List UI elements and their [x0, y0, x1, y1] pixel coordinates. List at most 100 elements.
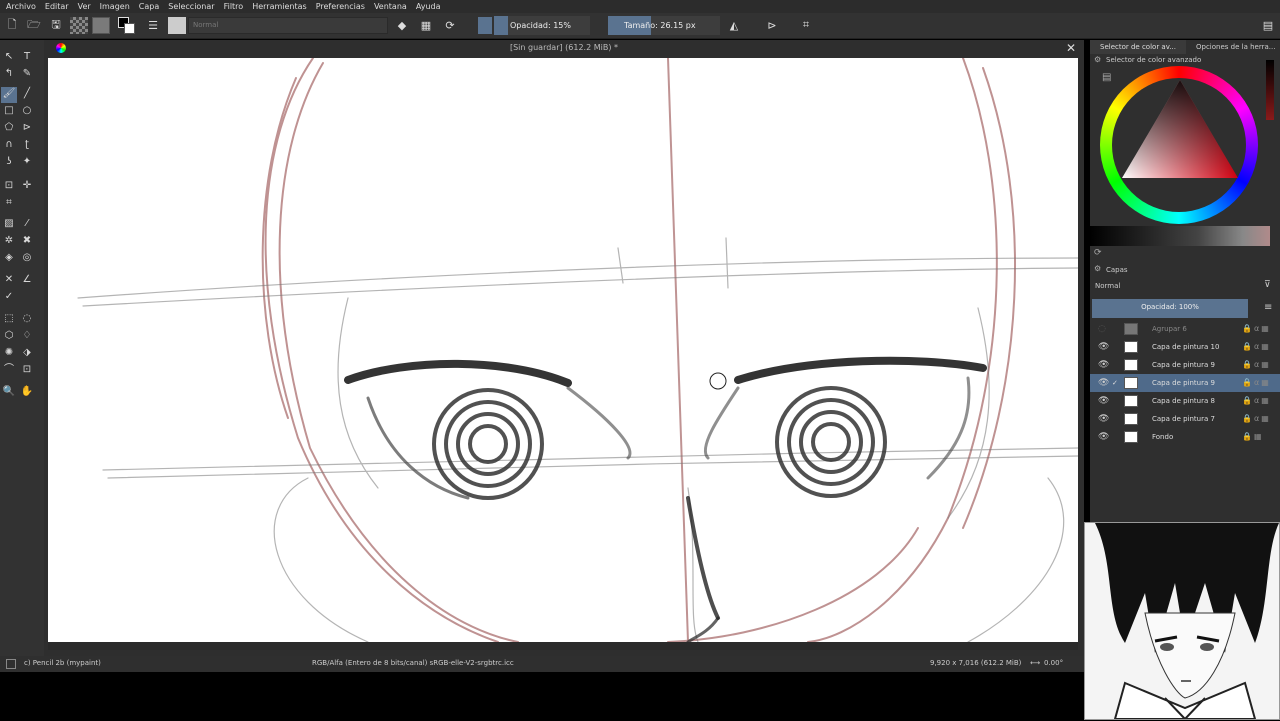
layer-lock-icons[interactable]: 🔒α▦	[1242, 410, 1271, 428]
rotation-value[interactable]: 0.00°	[1044, 659, 1063, 667]
zoom-icon[interactable]: 🔍	[2, 385, 16, 399]
menu-filtro[interactable]: Filtro	[224, 2, 244, 11]
layer-lock-icons[interactable]: 🔒α▦	[1242, 320, 1271, 338]
bezier-select-icon[interactable]: ⌒	[2, 363, 16, 377]
edit-shapes-icon[interactable]: ↰	[2, 67, 16, 81]
horizontal-scrollbar[interactable]	[48, 642, 1078, 650]
move-icon[interactable]: ✛	[20, 179, 34, 193]
layer-row[interactable]: 👁 Capa de pintura 8 🔒α▦	[1090, 392, 1280, 410]
gradient-icon[interactable]	[70, 17, 88, 34]
layer-lock-icons[interactable]: 🔒▦	[1242, 428, 1264, 446]
dynamic-brush-icon[interactable]: ʖ	[2, 155, 16, 169]
alpha-lock-icon[interactable]: ▦	[418, 17, 434, 33]
menu-imagen[interactable]: Imagen	[100, 2, 130, 11]
layer-lock-icons[interactable]: 🔒α▦	[1242, 392, 1271, 410]
docker-lock-icon[interactable]: ⚙	[1094, 55, 1101, 64]
text-tool-icon[interactable]: T	[20, 50, 34, 64]
select-shapes-icon[interactable]: ↖	[2, 50, 16, 64]
similar-select-icon[interactable]: ⬗	[20, 346, 34, 360]
color-history-strip[interactable]	[1090, 226, 1270, 246]
layer-row[interactable]: ◌ Agrupar 6 🔒α▦	[1090, 320, 1280, 338]
reference-images-icon[interactable]: ✓	[2, 290, 16, 304]
layers-lock-icon[interactable]: ⚙	[1094, 264, 1101, 273]
rect-select-icon[interactable]: ⬚	[2, 312, 16, 326]
ellipse-tool-icon[interactable]: ○	[20, 104, 34, 118]
line-tool-icon[interactable]: ╱	[20, 87, 34, 101]
crop-tool-icon[interactable]: ⌗	[2, 196, 16, 210]
blend-mode-select[interactable]: Normal	[188, 17, 388, 34]
polyline-tool-icon[interactable]: ⊳	[20, 121, 34, 135]
drawing-canvas[interactable]	[48, 58, 1078, 642]
layer-row[interactable]: 👁 Capa de pintura 10 🔒α▦	[1090, 338, 1280, 356]
calligraphy-icon[interactable]: ✎	[20, 67, 34, 81]
colorize-mask-icon[interactable]: ✲	[2, 234, 16, 248]
size-slider[interactable]: Tamaño: 26.15 px	[608, 16, 720, 35]
visibility-icon[interactable]: 👁	[1098, 374, 1109, 392]
visibility-icon[interactable]: 👁	[1098, 338, 1109, 356]
smart-patch-icon[interactable]: ✖	[20, 234, 34, 248]
enclose-fill-icon[interactable]: ◎	[20, 251, 34, 265]
freehand-path-icon[interactable]: ʈ	[20, 138, 34, 152]
open-icon[interactable]: 🗁	[26, 17, 42, 33]
contiguous-select-icon[interactable]: ✺	[2, 346, 16, 360]
brush-preset-thumbnail[interactable]	[168, 17, 186, 34]
brush-color-swatch[interactable]	[478, 17, 492, 34]
tab-color-selector[interactable]: Selector de color av...	[1090, 40, 1186, 54]
menu-seleccionar[interactable]: Seleccionar	[168, 2, 214, 11]
menu-archivo[interactable]: Archivo	[6, 2, 36, 11]
visibility-icon[interactable]: 👁	[1098, 392, 1109, 410]
new-document-icon[interactable]: 🗋	[4, 17, 20, 33]
menu-preferencias[interactable]: Preferencias	[316, 2, 365, 11]
rectangle-tool-icon[interactable]: □	[2, 104, 16, 118]
reload-preset-icon[interactable]: ⟳	[442, 17, 458, 33]
menu-ayuda[interactable]: Ayuda	[416, 2, 441, 11]
measure-tool-icon[interactable]: ∠	[20, 273, 34, 287]
layer-row[interactable]: 👁 Capa de pintura 9 🔒α▦	[1090, 356, 1280, 374]
assistant-tool-icon[interactable]: ✕	[2, 273, 16, 287]
gradient-tool-icon[interactable]: ▨	[2, 217, 16, 231]
polygon-select-icon[interactable]: ⬡	[2, 329, 16, 343]
menu-herramientas[interactable]: Herramientas	[252, 2, 307, 11]
refresh-icon[interactable]: ⟳	[1094, 248, 1102, 258]
opacity-slider[interactable]: Opacidad: 15%	[494, 16, 590, 35]
multibrush-icon[interactable]: ✦	[20, 155, 34, 169]
save-icon[interactable]: 🖫	[48, 17, 64, 33]
layer-row[interactable]: 👁 Capa de pintura 7 🔒α▦	[1090, 410, 1280, 428]
tab-tool-options[interactable]: Opciones de la herra...	[1186, 40, 1280, 54]
visibility-icon[interactable]: ◌	[1098, 320, 1106, 338]
layer-opacity-slider[interactable]: Opacidad: 100%	[1092, 299, 1248, 318]
saturation-triangle[interactable]	[1100, 66, 1258, 224]
fill-tool-icon[interactable]: ◈	[2, 251, 16, 265]
visibility-icon[interactable]: 👁	[1098, 356, 1109, 374]
visibility-icon[interactable]: 👁	[1098, 428, 1109, 446]
transform-icon[interactable]: ⊡	[2, 179, 16, 193]
fg-bg-colors-icon[interactable]	[118, 17, 136, 34]
freehand-brush-icon[interactable]: 🖌	[1, 87, 17, 103]
layer-blend-select[interactable]: Normal	[1092, 280, 1252, 293]
menu-editar[interactable]: Editar	[45, 2, 69, 11]
workspace-icon[interactable]: ▤	[1260, 17, 1276, 33]
visibility-icon[interactable]: 👁	[1098, 410, 1109, 428]
menu-capa[interactable]: Capa	[139, 2, 159, 11]
pan-icon[interactable]: ✋	[20, 385, 34, 399]
polygon-tool-icon[interactable]: ⬠	[2, 121, 16, 135]
value-slider[interactable]	[1266, 60, 1274, 120]
layer-menu-icon[interactable]: ≡	[1264, 302, 1272, 313]
pattern-icon[interactable]	[92, 17, 110, 34]
layer-row-selected[interactable]: 👁 ✓ Capa de pintura 9 🔒α▦	[1090, 374, 1280, 392]
mirror-horizontal-icon[interactable]: ◭	[726, 17, 742, 33]
layer-lock-icons[interactable]: 🔒α▦	[1242, 374, 1271, 392]
magnetic-select-icon[interactable]: ⊡	[20, 363, 34, 377]
menu-ver[interactable]: Ver	[78, 2, 91, 11]
menu-ventana[interactable]: Ventana	[374, 2, 407, 11]
brush-presets-icon[interactable]: ☰	[145, 17, 161, 33]
mirror-vertical-icon[interactable]: ⊳	[764, 17, 780, 33]
layer-row[interactable]: 👁 Fondo 🔒▦	[1090, 428, 1280, 446]
eraser-icon[interactable]: ◆	[394, 17, 410, 33]
layer-lock-icons[interactable]: 🔒α▦	[1242, 338, 1271, 356]
freehand-select-icon[interactable]: ♢	[20, 329, 34, 343]
color-picker-icon[interactable]: ⁄	[20, 217, 34, 231]
layer-lock-icons[interactable]: 🔒α▦	[1242, 356, 1271, 374]
close-document-icon[interactable]: ✕	[1066, 41, 1076, 55]
bezier-tool-icon[interactable]: ∩	[2, 138, 16, 152]
